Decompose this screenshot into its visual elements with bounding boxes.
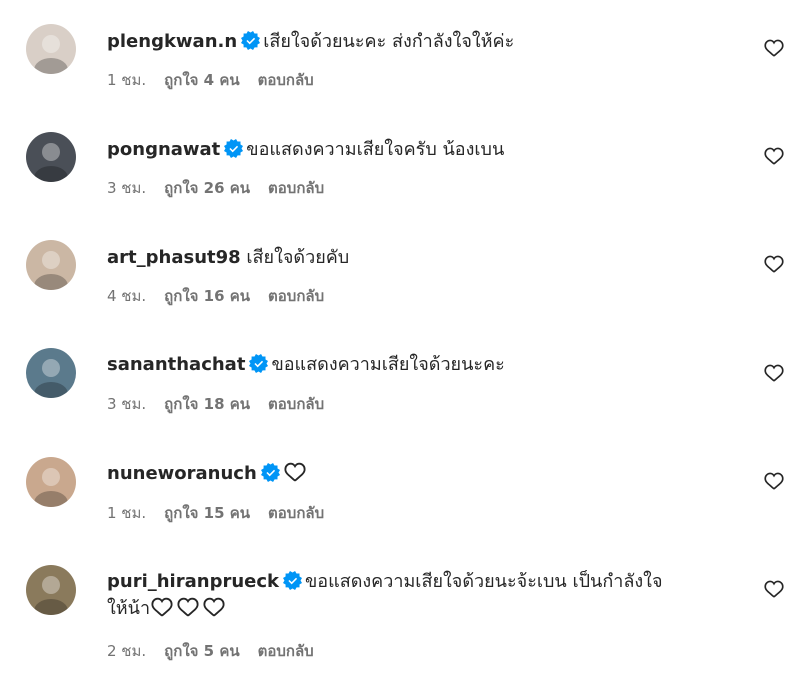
username-link[interactable]: pongnawat	[107, 139, 220, 160]
comment-body: nuneworanuch	[107, 460, 730, 487]
comment-meta: 3 ชม. ถูกใจ 18 คน ตอบกลับ	[107, 394, 342, 414]
reply-button[interactable]: ตอบกลับ	[268, 179, 324, 197]
likes-count-button[interactable]: ถูกใจ 5 คน	[164, 642, 239, 660]
username-link[interactable]: nuneworanuch	[107, 463, 257, 484]
heart-outline-icon	[764, 147, 784, 170]
comment-text: ขอแสดงความเสียใจด้วยนะจ้ะเบน เป็นกำลังใจ	[305, 571, 663, 592]
comment-meta: 1 ชม. ถูกใจ 15 คน ตอบกลับ	[107, 503, 342, 523]
comment-text: ขอแสดงความเสียใจครับ น้องเบน	[246, 139, 505, 160]
verified-badge-icon	[241, 31, 261, 50]
reply-button[interactable]: ตอบกลับ	[268, 395, 324, 413]
comment-body: sananthachat ขอแสดงความเสียใจด้วยนะคะ	[107, 351, 730, 378]
comment-text: ขอแสดงความเสียใจด้วยนะคะ	[271, 354, 505, 375]
heart-emoji-icon	[150, 596, 174, 618]
comment-timestamp[interactable]: 3 ชม.	[107, 395, 146, 413]
likes-count-button[interactable]: ถูกใจ 26 คน	[164, 179, 250, 197]
heart-outline-icon	[764, 39, 784, 62]
like-comment-button[interactable]	[764, 471, 784, 491]
reply-button[interactable]: ตอบกลับ	[268, 504, 324, 522]
like-comment-button[interactable]	[764, 254, 784, 274]
comment-body: plengkwan.n เสียใจด้วยนะคะ ส่งกำลังใจให้ค…	[107, 28, 730, 55]
comment-timestamp[interactable]: 4 ชม.	[107, 287, 146, 305]
likes-count-button[interactable]: ถูกใจ 18 คน	[164, 395, 250, 413]
comment-text-continued: ให้น้า	[107, 598, 151, 619]
comment-meta: 4 ชม. ถูกใจ 16 คน ตอบกลับ	[107, 286, 342, 306]
avatar[interactable]	[26, 240, 76, 290]
likes-count-button[interactable]: ถูกใจ 4 คน	[164, 71, 239, 89]
heart-outline-icon	[764, 364, 784, 387]
comment-text: เสียใจด้วยนะคะ ส่งกำลังใจให้ค่ะ	[263, 31, 515, 52]
avatar[interactable]	[26, 348, 76, 398]
comment-body: pongnawat ขอแสดงความเสียใจครับ น้องเบน	[107, 136, 730, 163]
comment-timestamp[interactable]: 1 ชม.	[107, 71, 146, 89]
verified-badge-icon	[260, 463, 280, 482]
verified-badge-icon	[283, 571, 302, 590]
avatar[interactable]	[26, 132, 76, 182]
avatar[interactable]	[26, 457, 76, 507]
avatar[interactable]	[26, 565, 76, 615]
verified-badge-icon	[224, 139, 244, 158]
comment-timestamp[interactable]: 2 ชม.	[107, 642, 146, 660]
like-comment-button[interactable]	[764, 579, 784, 599]
comment-meta: 3 ชม. ถูกใจ 26 คน ตอบกลับ	[107, 178, 342, 198]
heart-outline-icon	[764, 472, 784, 495]
username-link[interactable]: art_phasut98	[107, 247, 241, 268]
reply-button[interactable]: ตอบกลับ	[258, 71, 314, 89]
like-comment-button[interactable]	[764, 38, 784, 58]
heart-outline-icon	[764, 580, 784, 603]
username-link[interactable]: sananthachat	[107, 354, 245, 375]
comment-meta: 2 ชม. ถูกใจ 5 คน ตอบกลับ	[107, 641, 332, 661]
username-link[interactable]: puri_hiranprueck	[107, 571, 279, 592]
like-comment-button[interactable]	[764, 146, 784, 166]
heart-emoji-icon	[202, 596, 226, 618]
comment-timestamp[interactable]: 1 ชม.	[107, 504, 146, 522]
comment-body: puri_hiranprueck ขอแสดงความเสียใจด้วยนะจ้…	[107, 568, 730, 622]
username-link[interactable]: plengkwan.n	[107, 31, 237, 52]
verified-badge-icon	[249, 354, 269, 373]
likes-count-button[interactable]: ถูกใจ 15 คน	[164, 504, 250, 522]
comment-body: art_phasut98 เสียใจด้วยคับ	[107, 244, 730, 271]
comment-timestamp[interactable]: 3 ชม.	[107, 179, 146, 197]
comment-text: เสียใจด้วยคับ	[246, 247, 350, 268]
heart-emoji-icon	[176, 596, 200, 618]
like-comment-button[interactable]	[764, 363, 784, 383]
likes-count-button[interactable]: ถูกใจ 16 คน	[164, 287, 250, 305]
heart-emoji-icon	[283, 461, 307, 483]
comment-meta: 1 ชม. ถูกใจ 4 คน ตอบกลับ	[107, 70, 332, 90]
avatar[interactable]	[26, 24, 76, 74]
reply-button[interactable]: ตอบกลับ	[258, 642, 314, 660]
heart-outline-icon	[764, 255, 784, 278]
reply-button[interactable]: ตอบกลับ	[268, 287, 324, 305]
